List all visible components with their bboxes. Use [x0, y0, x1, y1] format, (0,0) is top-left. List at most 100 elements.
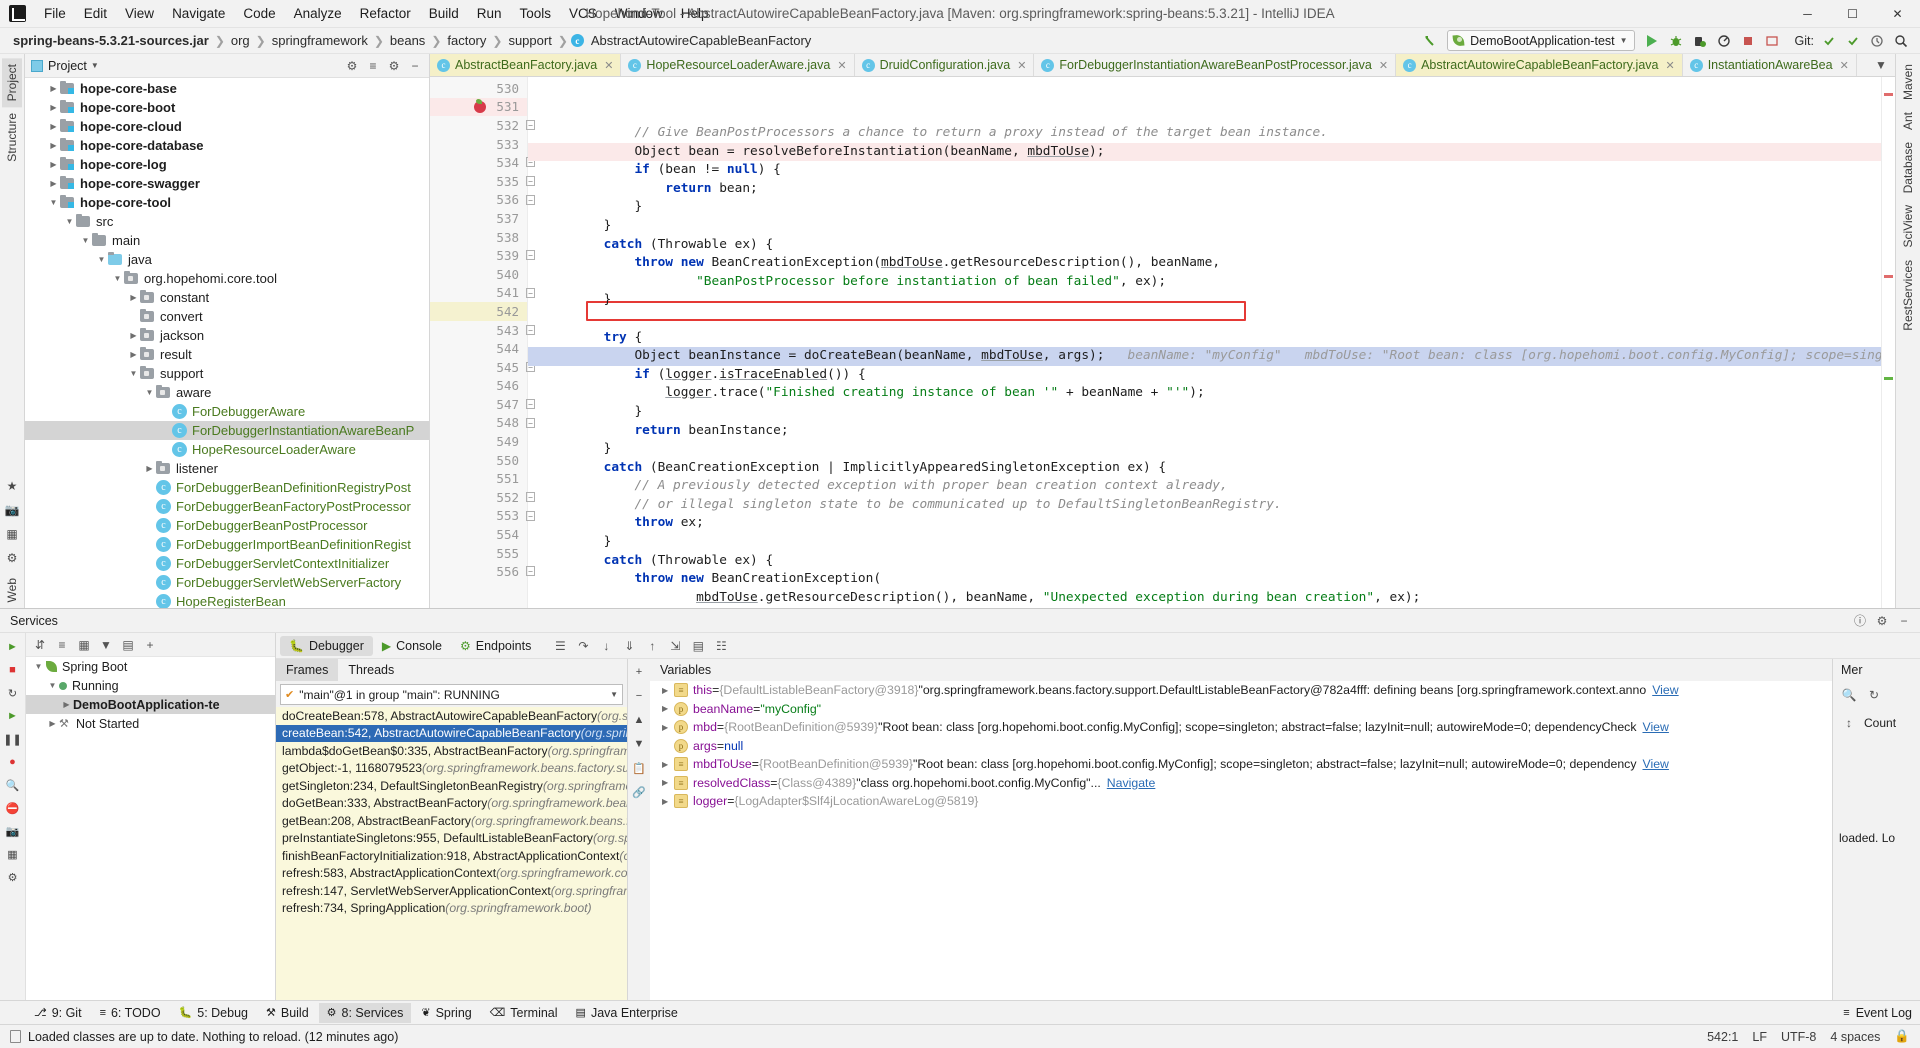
- remove-watch-icon[interactable]: −: [629, 686, 649, 706]
- event-log-area[interactable]: ≡ Event Log: [1843, 1006, 1920, 1020]
- settings-icon[interactable]: ☷: [711, 636, 731, 656]
- tool-window-button[interactable]: ▤ Java Enterprise: [568, 1003, 686, 1023]
- stack-frame-row[interactable]: createBean:542, AbstractAutowireCapableB…: [276, 724, 627, 742]
- menu-window[interactable]: Window: [606, 2, 672, 25]
- minimize-button[interactable]: ─: [1785, 0, 1830, 27]
- menu-tools[interactable]: Tools: [511, 2, 561, 25]
- run-icon[interactable]: ►: [3, 637, 23, 657]
- expand-arrow-icon[interactable]: ▶: [127, 288, 140, 307]
- error-marker[interactable]: [1884, 93, 1893, 96]
- code-line[interactable]: mbdToUse.getResourceDescription(), beanN…: [528, 589, 1881, 608]
- tree-node[interactable]: ▼ main: [25, 231, 429, 250]
- expand-arrow-icon[interactable]: ▶: [47, 136, 60, 155]
- tab-debugger[interactable]: 🐛 Debugger: [280, 635, 373, 656]
- group-icon[interactable]: ≡: [52, 635, 72, 655]
- tool-window-button[interactable]: ❦ Spring: [413, 1003, 479, 1023]
- tree-node[interactable]: ▼ org.hopehomi.core.tool: [25, 269, 429, 288]
- frames-tab-bar[interactable]: Frames Threads: [276, 659, 627, 681]
- git-history-icon[interactable]: [1866, 30, 1888, 52]
- code-line[interactable]: }: [528, 291, 1881, 310]
- debug-button[interactable]: [1665, 30, 1687, 52]
- pause-icon[interactable]: ❚❚: [3, 729, 23, 749]
- stack-frame-row[interactable]: refresh:583, AbstractApplicationContext …: [276, 865, 627, 883]
- code-line[interactable]: catch (BeanCreationException | Implicitl…: [528, 459, 1881, 478]
- breadcrumb[interactable]: spring-beans-5.3.21-sources.jar ❯ org ❯ …: [10, 33, 814, 48]
- collapse-arrow-icon[interactable]: ▼: [143, 383, 156, 402]
- tree-node[interactable]: ▶ listener: [25, 459, 429, 478]
- collapse-all-icon[interactable]: ≡: [363, 56, 383, 76]
- code-line[interactable]: }: [528, 533, 1881, 552]
- stack-frame-row[interactable]: getObject:-1, 1168079523 (org.springfram…: [276, 760, 627, 778]
- thread-selector[interactable]: ✔ "main"@1 in group "main": RUNNING ▼: [280, 684, 623, 705]
- tree-node[interactable]: ▶ hope-core-log: [25, 155, 429, 174]
- code-line[interactable]: throw new BeanCreationException(mbdToUse…: [528, 254, 1881, 273]
- tree-node[interactable]: ▶ hope-core-cloud: [25, 117, 429, 136]
- tool-window-button[interactable]: ⚒ Build: [258, 1003, 317, 1023]
- code-line[interactable]: Object bean = resolveBeforeInstantiation…: [528, 142, 1881, 162]
- menu-run[interactable]: Run: [468, 2, 511, 25]
- service-tree-node[interactable]: ▼ Running: [26, 676, 275, 695]
- variable-action-link[interactable]: View: [1642, 720, 1668, 734]
- expand-arrow-icon[interactable]: ▶: [127, 345, 140, 364]
- code-line[interactable]: return beanInstance;: [528, 422, 1881, 441]
- memory-search-row[interactable]: 🔍 ↻: [1833, 681, 1920, 709]
- gutter-line[interactable]: 544: [430, 339, 527, 358]
- editor-tab-overflow[interactable]: ▼: [1871, 54, 1895, 76]
- gutter-line[interactable]: 554: [430, 525, 527, 544]
- code-line[interactable]: if (bean != null) {: [528, 161, 1881, 180]
- indent-setting[interactable]: 4 spaces: [1830, 1030, 1880, 1044]
- tree-node[interactable]: ▶convert: [25, 307, 429, 326]
- tool-tab-maven[interactable]: Maven: [1898, 58, 1918, 106]
- variable-row[interactable]: ▶ p mbd = {RootBeanDefinition@5939} "Root …: [650, 718, 1832, 737]
- stack-frame-row[interactable]: doCreateBean:578, AbstractAutowireCapabl…: [276, 707, 627, 725]
- git-update-icon[interactable]: [1818, 30, 1840, 52]
- collapse-arrow-icon[interactable]: ▼: [111, 269, 124, 288]
- code-line[interactable]: Object beanInstance = doCreateBean(beanN…: [528, 347, 1881, 366]
- gutter-line[interactable]: 552−: [430, 488, 535, 507]
- evaluate-icon[interactable]: ▤: [688, 636, 708, 656]
- collapse-arrow-icon[interactable]: ▼: [79, 231, 92, 250]
- stack-frame-row[interactable]: lambda$doGetBean$0:335, AbstractBeanFact…: [276, 742, 627, 760]
- collapse-arrow-icon[interactable]: ▼: [46, 676, 59, 695]
- menu-analyze[interactable]: Analyze: [285, 2, 351, 25]
- tree-node[interactable]: ▼ hope-core-tool: [25, 193, 429, 212]
- favorites-icon[interactable]: ★: [2, 476, 22, 496]
- tree-node[interactable]: ▶cForDebuggerImportBeanDefinitionRegist: [25, 535, 429, 554]
- debugger-tab-bar[interactable]: 🐛 Debugger ▶ Console ⚙ Endpoints ☰ ↷ ↓ ⇓…: [276, 633, 1920, 659]
- gutter-line[interactable]: 551: [430, 469, 527, 488]
- code-line[interactable]: }: [528, 607, 1881, 608]
- run-to-cursor-icon[interactable]: ⇲: [665, 636, 685, 656]
- expand-arrow-icon[interactable]: ▶: [47, 117, 60, 136]
- breadcrumb-item-support[interactable]: support: [505, 33, 554, 48]
- variable-row[interactable]: ▶ ≡ logger = {LogAdapter$Slf4jLocationAwar…: [650, 792, 1832, 811]
- expand-all-icon[interactable]: ⚙: [342, 56, 362, 76]
- menu-help[interactable]: Help: [672, 2, 718, 25]
- expand-arrow-icon[interactable]: ▶: [60, 695, 73, 714]
- expand-arrow-icon[interactable]: ▶: [47, 174, 60, 193]
- add-watch-icon[interactable]: +: [629, 662, 649, 682]
- tree-node[interactable]: ▼ src: [25, 212, 429, 231]
- tool-tab-database[interactable]: Database: [1898, 136, 1918, 199]
- git-commit-icon[interactable]: [1842, 30, 1864, 52]
- service-tree-node[interactable]: ▶ DemoBootApplication-te: [26, 695, 275, 714]
- build-hammer-icon[interactable]: [1419, 30, 1441, 52]
- editor-gutter[interactable]: 530 531 532−533 534−535−536−537 538 539−540 54…: [430, 77, 535, 608]
- gutter-line[interactable]: 543−: [430, 321, 535, 340]
- gutter-line[interactable]: 547−: [430, 395, 535, 414]
- code-editor[interactable]: 530 531 532−533 534−535−536−537 538 539−540 54…: [430, 77, 1895, 608]
- force-step-into-icon[interactable]: ⇓: [619, 636, 639, 656]
- close-icon[interactable]: ✕: [1840, 59, 1849, 72]
- record-icon[interactable]: ●: [3, 752, 23, 772]
- menu-file[interactable]: File: [35, 2, 75, 25]
- tree-node[interactable]: ▶cForDebuggerInstantiationAwareBeanP: [25, 421, 429, 440]
- layout-icon[interactable]: ☰: [550, 636, 570, 656]
- tree-node[interactable]: ▶cForDebuggerBeanFactoryPostProcessor: [25, 497, 429, 516]
- stack-frame-row[interactable]: getSingleton:234, DefaultSingletonBeanRe…: [276, 777, 627, 795]
- variable-row[interactable]: ▶ ≡ this = {DefaultListableBeanFactory@391…: [650, 681, 1832, 700]
- expand-arrow-icon[interactable]: ▶: [47, 155, 60, 174]
- tree-node[interactable]: ▶ constant: [25, 288, 429, 307]
- gutter-line[interactable]: 532−: [430, 116, 535, 135]
- code-line[interactable]: throw new BeanCreationException(: [528, 570, 1881, 589]
- add-icon[interactable]: +: [140, 635, 160, 655]
- editor-tab[interactable]: c HopeResourceLoaderAware.java ✕: [621, 54, 855, 76]
